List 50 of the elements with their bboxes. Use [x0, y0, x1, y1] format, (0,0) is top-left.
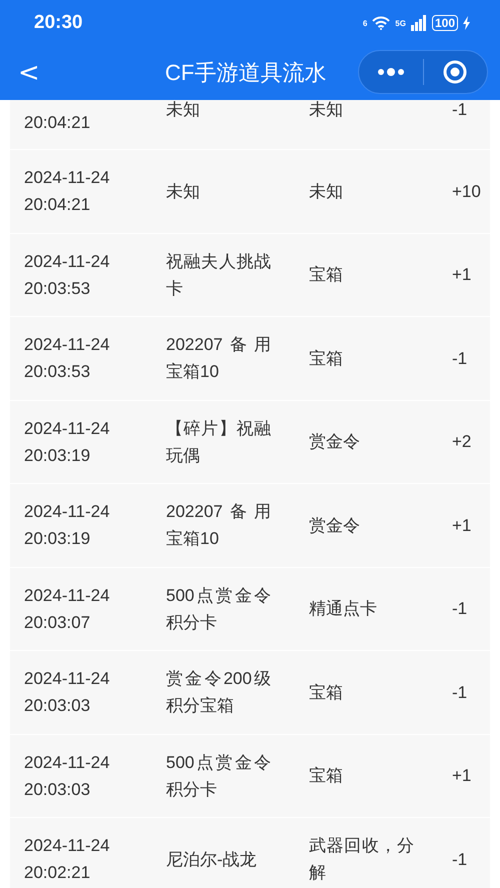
item-name: 500点赏金令积分卡 [166, 752, 271, 801]
quantity-change: -1 [452, 598, 468, 620]
item-type: 未知 [309, 180, 344, 203]
item-type: 精通点卡 [309, 598, 378, 620]
quantity-change: +2 [452, 431, 472, 454]
back-button[interactable]: < [0, 58, 60, 88]
item-name: 未知 [166, 100, 201, 121]
item-type: 宝箱 [309, 765, 344, 788]
date-time: 2024-11-24 20:03:19 [24, 418, 111, 467]
charging-icon [463, 16, 470, 30]
item-type: 宝箱 [309, 348, 344, 370]
item-name: 202207备用宝箱10 [166, 501, 271, 550]
item-type: 赏金令 [309, 514, 361, 537]
quantity-change: -1 [452, 848, 468, 871]
item-type: 宝箱 [309, 264, 344, 286]
date-time: 2024-11-24 20:03:03 [24, 752, 111, 801]
date-time: 2024-11-24 20:03:03 [24, 668, 111, 718]
item-type: 未知 [309, 100, 344, 121]
quantity-change: +1 [452, 765, 472, 788]
date-time: 2024-11-24 20:04:21 [24, 167, 111, 216]
item-name: 祝融夫人挑战卡 [166, 250, 271, 300]
item-type: 武器回收，分解 [309, 835, 414, 884]
item-name: 赏金令200级积分宝箱 [166, 668, 271, 718]
item-name: 500点赏金令积分卡 [166, 584, 271, 634]
date-time: 2024-11-24 20:03:53 [24, 334, 111, 384]
date-time: 20:04:21 [24, 112, 92, 134]
date-time: 2024-11-24 20:02:21 [24, 835, 111, 884]
item-name: 【碎片】祝融玩偶 [166, 418, 271, 467]
item-type: 宝箱 [309, 682, 344, 704]
date-time: 2024-11-24 20:03:07 [24, 584, 111, 634]
signal-icon [410, 15, 427, 31]
quantity-change: -1 [452, 100, 468, 121]
clock: 20:30 [34, 12, 83, 34]
quantity-change: -1 [452, 348, 468, 370]
item-name: 202207备用宝箱10 [166, 334, 271, 384]
item-type: 赏金令 [309, 431, 361, 454]
wifi-icon [372, 16, 390, 30]
quantity-change: -1 [452, 682, 468, 704]
wifi-label: 6 [362, 18, 368, 28]
page-title: CF手游道具流水 [165, 59, 326, 87]
network-label: 5G [395, 18, 406, 28]
date-time: 2024-11-24 20:03:19 [24, 501, 111, 550]
item-name: 未知 [166, 180, 201, 203]
more-icon [376, 68, 405, 76]
quantity-change: +1 [452, 514, 472, 537]
quantity-change: +1 [452, 264, 472, 286]
battery-level: 100 [432, 15, 458, 31]
date-time: 2024-11-24 20:03:53 [24, 250, 111, 300]
quantity-change: +10 [452, 180, 482, 203]
item-name: 尼泊尔-战龙 [166, 848, 258, 871]
